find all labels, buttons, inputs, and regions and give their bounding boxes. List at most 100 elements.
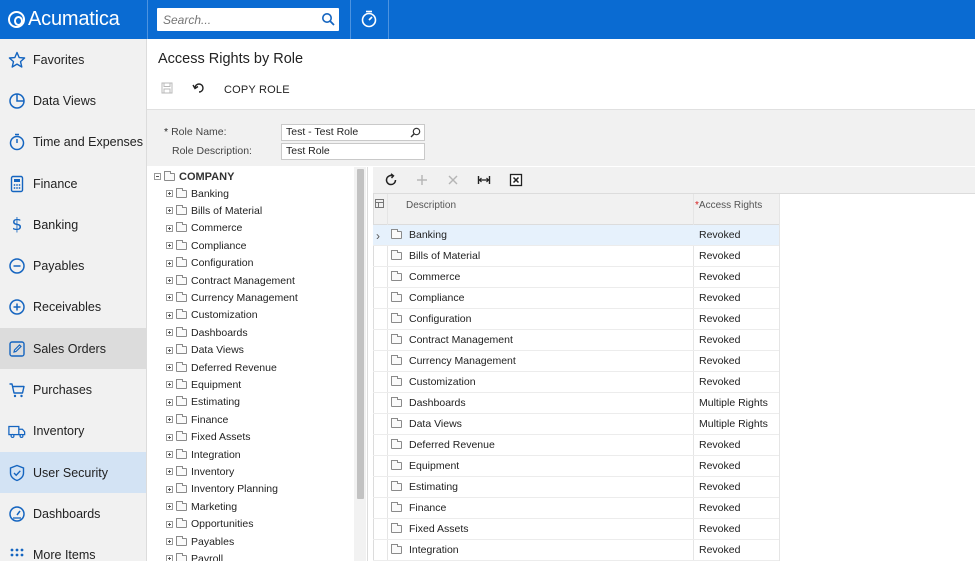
tree-scrollbar[interactable] [354, 167, 366, 561]
expand-icon[interactable] [166, 555, 173, 561]
sidebar-item-more-items[interactable]: More Items [0, 535, 146, 561]
column-header-access-rights[interactable]: *Access Rights [695, 200, 762, 211]
table-row[interactable]: Fixed Assets Revoked [373, 519, 779, 540]
table-row[interactable]: Contract Management Revoked [373, 330, 779, 351]
table-row[interactable]: Deferred Revenue Revoked [373, 435, 779, 456]
table-row[interactable]: Estimating Revoked [373, 477, 779, 498]
tree-node[interactable]: Opportunities [166, 516, 253, 533]
tree-node[interactable]: Dashboards [166, 324, 248, 341]
expand-icon[interactable] [166, 277, 173, 284]
expand-icon[interactable] [166, 207, 173, 215]
cell-access-rights[interactable]: Multiple Rights [699, 418, 768, 430]
sidebar-item-time-and-expenses[interactable]: Time and Expenses [0, 122, 146, 163]
tree-node[interactable]: Bills of Material [166, 202, 262, 219]
app-logo[interactable]: Acumatica [0, 0, 147, 39]
sidebar-item-inventory[interactable]: Inventory [0, 411, 146, 452]
collapse-icon[interactable] [154, 173, 161, 180]
tree-node[interactable]: Inventory [166, 463, 234, 480]
tree-node[interactable]: Fixed Assets [166, 429, 251, 446]
tree-node[interactable]: Payroll [166, 550, 223, 561]
add-row-icon[interactable] [415, 173, 429, 187]
tree-node[interactable]: Data Views [166, 342, 244, 359]
cell-access-rights[interactable]: Revoked [699, 229, 740, 241]
tree-node[interactable]: Estimating [166, 394, 240, 411]
cell-access-rights[interactable]: Revoked [699, 250, 740, 262]
sidebar-item-finance[interactable]: Finance [0, 163, 146, 204]
tree-node[interactable]: Contract Management [166, 272, 295, 289]
expand-icon[interactable] [166, 468, 173, 476]
delete-row-icon[interactable] [446, 173, 460, 187]
table-row[interactable]: Equipment Revoked [373, 456, 779, 477]
table-row[interactable]: Currency Management Revoked [373, 351, 779, 372]
sidebar-item-dashboards[interactable]: Dashboards [0, 493, 146, 534]
undo-icon[interactable] [192, 82, 205, 94]
tree-node[interactable]: Finance [166, 411, 228, 428]
expand-icon[interactable] [166, 190, 173, 197]
sidebar-item-sales-orders[interactable]: Sales Orders [0, 328, 146, 370]
cell-access-rights[interactable]: Revoked [699, 271, 740, 283]
table-row[interactable]: Integration Revoked [373, 540, 779, 561]
sidebar-item-data-views[interactable]: Data Views [0, 80, 146, 121]
tree-node[interactable]: Customization [166, 307, 258, 324]
cell-access-rights[interactable]: Revoked [699, 334, 740, 346]
expand-icon[interactable] [166, 224, 173, 232]
scrollbar-thumb[interactable] [357, 169, 364, 499]
copy-role-button[interactable]: COPY ROLE [224, 84, 290, 96]
sidebar-item-banking[interactable]: $ Banking [0, 204, 146, 245]
expand-icon[interactable] [166, 294, 173, 302]
cell-access-rights[interactable]: Revoked [699, 292, 740, 304]
fit-columns-icon[interactable] [477, 173, 491, 187]
cell-access-rights[interactable]: Revoked [699, 460, 740, 472]
sidebar-item-payables[interactable]: Payables [0, 245, 146, 286]
export-excel-icon[interactable] [509, 173, 523, 187]
expand-icon[interactable] [166, 503, 173, 511]
table-row[interactable]: Commerce Revoked [373, 267, 779, 288]
tree-node[interactable]: Payables [166, 533, 234, 550]
table-row[interactable]: Finance Revoked [373, 498, 779, 519]
table-row[interactable]: Compliance Revoked [373, 288, 779, 309]
column-settings-icon[interactable] [375, 199, 384, 208]
cell-access-rights[interactable]: Revoked [699, 502, 740, 514]
cell-access-rights[interactable]: Revoked [699, 523, 740, 535]
tree-node[interactable]: Configuration [166, 255, 253, 272]
sidebar-item-favorites[interactable]: Favorites [0, 39, 146, 80]
cell-access-rights[interactable]: Revoked [699, 355, 740, 367]
expand-icon[interactable] [166, 451, 173, 458]
lookup-search-icon[interactable] [410, 127, 421, 138]
expand-icon[interactable] [166, 381, 173, 389]
expand-icon[interactable] [166, 416, 173, 424]
expand-icon[interactable] [166, 242, 173, 250]
expand-icon[interactable] [166, 259, 173, 267]
expand-icon[interactable] [166, 520, 173, 528]
tree-node[interactable]: Deferred Revenue [166, 359, 277, 376]
expand-icon[interactable] [166, 364, 173, 371]
cell-access-rights[interactable]: Revoked [699, 481, 740, 493]
role-description-field[interactable]: Test Role [281, 143, 425, 160]
table-row[interactable]: Data Views Multiple Rights [373, 414, 779, 435]
search-icon[interactable] [321, 12, 335, 26]
table-row[interactable]: Configuration Revoked [373, 309, 779, 330]
sidebar-item-purchases[interactable]: Purchases [0, 369, 146, 410]
tree-node[interactable]: Commerce [166, 220, 242, 237]
cell-access-rights[interactable]: Revoked [699, 313, 740, 325]
cell-access-rights[interactable]: Revoked [699, 544, 740, 556]
sidebar-item-receivables[interactable]: Receivables [0, 287, 146, 328]
table-row[interactable]: Customization Revoked [373, 372, 779, 393]
tree-node[interactable]: Compliance [166, 237, 246, 254]
tree-node[interactable]: Currency Management [166, 289, 298, 306]
search-input[interactable] [157, 8, 307, 31]
expand-icon[interactable] [166, 485, 173, 493]
role-name-field[interactable]: Test - Test Role [281, 124, 425, 141]
tree-root-company[interactable]: COMPANY [154, 168, 234, 185]
table-row[interactable]: › Banking Revoked [373, 225, 779, 246]
column-header-description[interactable]: Description [406, 200, 456, 211]
cell-access-rights[interactable]: Revoked [699, 439, 740, 451]
cell-access-rights[interactable]: Multiple Rights [699, 397, 768, 409]
tree-node[interactable]: Banking [166, 185, 229, 202]
table-row[interactable]: Bills of Material Revoked [373, 246, 779, 267]
expand-icon[interactable] [166, 311, 173, 319]
history-icon[interactable] [360, 10, 378, 28]
save-icon[interactable] [161, 82, 173, 94]
expand-icon[interactable] [166, 398, 173, 406]
tree-node[interactable]: Integration [166, 446, 241, 463]
